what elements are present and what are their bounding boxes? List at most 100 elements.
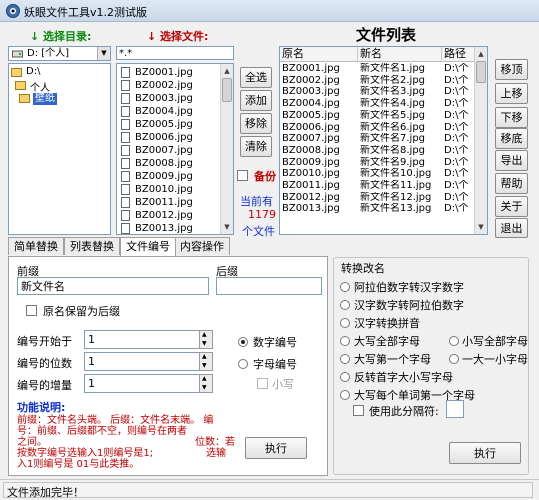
option-label: 大写第一个字母	[354, 353, 431, 366]
digits-input[interactable]: 1	[84, 352, 205, 371]
suffix-input[interactable]	[216, 277, 322, 295]
option-radio[interactable]	[340, 390, 350, 400]
scroll-down-icon[interactable]: ▼	[221, 220, 233, 234]
file-list-item[interactable]: BZ0005.jpg	[117, 118, 227, 131]
tree-item-personal[interactable]: 个人	[15, 80, 107, 94]
table-row[interactable]: BZ0002.jpg 新文件名2.jpg D:\个	[280, 75, 470, 87]
numeric-mode-radio[interactable]	[238, 337, 248, 347]
table-row[interactable]: BZ0013.jpg 新文件名13.jpg D:\个	[280, 203, 470, 215]
start-input[interactable]: 1	[84, 330, 205, 349]
tab-file-numbering[interactable]: 文件编号	[120, 237, 176, 256]
start-stepper[interactable]	[199, 330, 213, 349]
file-list-item[interactable]: BZ0004.jpg	[117, 105, 227, 118]
tree-item-drive[interactable]: D:\	[11, 66, 107, 79]
about-button[interactable]: 关于	[495, 196, 528, 217]
numbering-execute-button[interactable]: 执行	[245, 437, 307, 459]
drive-select[interactable]: D: [个人] ▼	[8, 46, 111, 61]
file-list-item[interactable]: BZ0008.jpg	[117, 157, 227, 170]
tab-simple-replace[interactable]: 简单替换	[8, 237, 64, 255]
file-list-item[interactable]: BZ0007.jpg	[117, 144, 227, 157]
move-down-button[interactable]: 下移	[495, 107, 528, 128]
select-all-button[interactable]: 全选	[240, 67, 272, 88]
cell-original-name: BZ0001.jpg	[282, 63, 340, 74]
table-row[interactable]: BZ0012.jpg 新文件名12.jpg D:\个	[280, 192, 470, 204]
table-row[interactable]: BZ0006.jpg 新文件名6.jpg D:\个	[280, 122, 470, 134]
scroll-thumb[interactable]	[222, 78, 232, 102]
scroll-down-icon[interactable]: ▼	[475, 220, 487, 234]
tree-item-label-selected: 壁纸	[33, 93, 57, 105]
scroll-up-icon[interactable]: ▲	[221, 64, 233, 78]
directory-tree[interactable]: D:\ 个人 壁纸	[8, 63, 111, 235]
file-list[interactable]: BZ0001.jpg BZ0002.jpg BZ0003.jpg BZ0004.jpg…	[116, 63, 234, 235]
increment-input[interactable]: 1	[84, 374, 205, 393]
status-bar: 文件添加完毕！	[0, 479, 539, 500]
option-radio[interactable]	[340, 318, 350, 328]
exit-button[interactable]: 退出	[495, 218, 528, 238]
tab-list-replace[interactable]: 列表替换	[64, 237, 120, 255]
help-line-4b: 选输	[206, 448, 226, 459]
cell-original-name: BZ0009.jpg	[282, 156, 340, 168]
file-list-item[interactable]: BZ0011.jpg	[117, 196, 227, 209]
lowercase-label: 小写	[272, 378, 294, 391]
alpha-mode-radio[interactable]	[238, 359, 248, 369]
file-list-item[interactable]: BZ0013.jpg	[117, 222, 227, 234]
file-table[interactable]: 原名 新名 路径 BZ0001.jpg 新文件名1.jpg D:\个 BZ0002.j…	[279, 46, 488, 235]
backup-checkbox[interactable]	[237, 170, 248, 181]
chevron-down-icon[interactable]: ▼	[97, 47, 110, 60]
file-icon	[121, 158, 130, 169]
scroll-thumb[interactable]	[476, 61, 486, 83]
file-list-item[interactable]: BZ0006.jpg	[117, 131, 227, 144]
column-header-path[interactable]: 路径	[442, 47, 475, 62]
option-radio[interactable]	[340, 282, 350, 292]
increment-stepper[interactable]	[199, 374, 213, 393]
file-list-scrollbar[interactable]: ▲ ▼	[220, 64, 233, 234]
option-radio[interactable]	[449, 354, 459, 364]
file-list-item[interactable]: BZ0009.jpg	[117, 170, 227, 183]
lowercase-checkbox[interactable]	[257, 378, 268, 389]
scroll-up-icon[interactable]: ▲	[475, 47, 487, 61]
export-button[interactable]: 导出	[495, 150, 528, 171]
table-row[interactable]: BZ0008.jpg 新文件名8.jpg D:\个	[280, 145, 470, 157]
option-radio[interactable]	[340, 336, 350, 346]
column-header-original[interactable]: 原名	[280, 47, 358, 62]
separator-input[interactable]	[446, 400, 464, 418]
convert-execute-button[interactable]: 执行	[449, 442, 521, 464]
add-button[interactable]: 添加	[240, 90, 272, 111]
tree-item-wallpaper[interactable]: 壁纸	[19, 93, 107, 106]
separator-checkbox[interactable]	[353, 405, 364, 416]
option-radio[interactable]	[449, 336, 459, 346]
table-row[interactable]: BZ0009.jpg 新文件名9.jpg D:\个	[280, 157, 470, 169]
status-panel: 文件添加完毕！	[3, 482, 533, 499]
tree-item-label: 个人	[30, 83, 50, 94]
keep-original-checkbox[interactable]	[26, 305, 37, 316]
move-top-button[interactable]: 移顶	[495, 59, 528, 80]
file-list-item[interactable]: BZ0010.jpg	[117, 183, 227, 196]
table-row[interactable]: BZ0005.jpg 新文件名5.jpg D:\个	[280, 110, 470, 122]
move-bottom-button[interactable]: 移底	[495, 128, 528, 149]
file-filter-input[interactable]: *.*	[116, 46, 234, 60]
file-list-item[interactable]: BZ0003.jpg	[117, 92, 227, 105]
table-scrollbar[interactable]: ▲ ▼	[474, 47, 487, 234]
table-row[interactable]: BZ0003.jpg 新文件名3.jpg D:\个	[280, 86, 470, 98]
table-row[interactable]: BZ0010.jpg 新文件名10.jpg D:\个	[280, 168, 470, 180]
file-list-item[interactable]: BZ0012.jpg	[117, 209, 227, 222]
clear-button[interactable]: 清除	[240, 136, 272, 157]
cell-path: D:\个	[444, 180, 469, 191]
digits-stepper[interactable]	[199, 352, 213, 371]
option-radio[interactable]	[340, 354, 350, 364]
remove-button[interactable]: 移除	[240, 113, 272, 134]
tab-content-ops[interactable]: 内容操作	[174, 237, 230, 255]
option-radio[interactable]	[340, 372, 350, 382]
table-row[interactable]: BZ0011.jpg 新文件名11.jpg D:\个	[280, 180, 470, 192]
move-up-button[interactable]: 上移	[495, 83, 528, 104]
file-list-item[interactable]: BZ0002.jpg	[117, 79, 227, 92]
column-header-new[interactable]: 新名	[358, 47, 442, 62]
table-row[interactable]: BZ0001.jpg 新文件名1.jpg D:\个	[280, 63, 470, 75]
help-button[interactable]: 帮助	[495, 173, 528, 194]
option-radio[interactable]	[340, 300, 350, 310]
option-label: 阿拉伯数字转汉字数字	[354, 281, 464, 294]
prefix-input[interactable]: 新文件名	[17, 277, 209, 295]
file-list-item[interactable]: BZ0001.jpg	[117, 66, 227, 79]
table-row[interactable]: BZ0007.jpg 新文件名7.jpg D:\个	[280, 133, 470, 145]
table-row[interactable]: BZ0004.jpg 新文件名4.jpg D:\个	[280, 98, 470, 110]
